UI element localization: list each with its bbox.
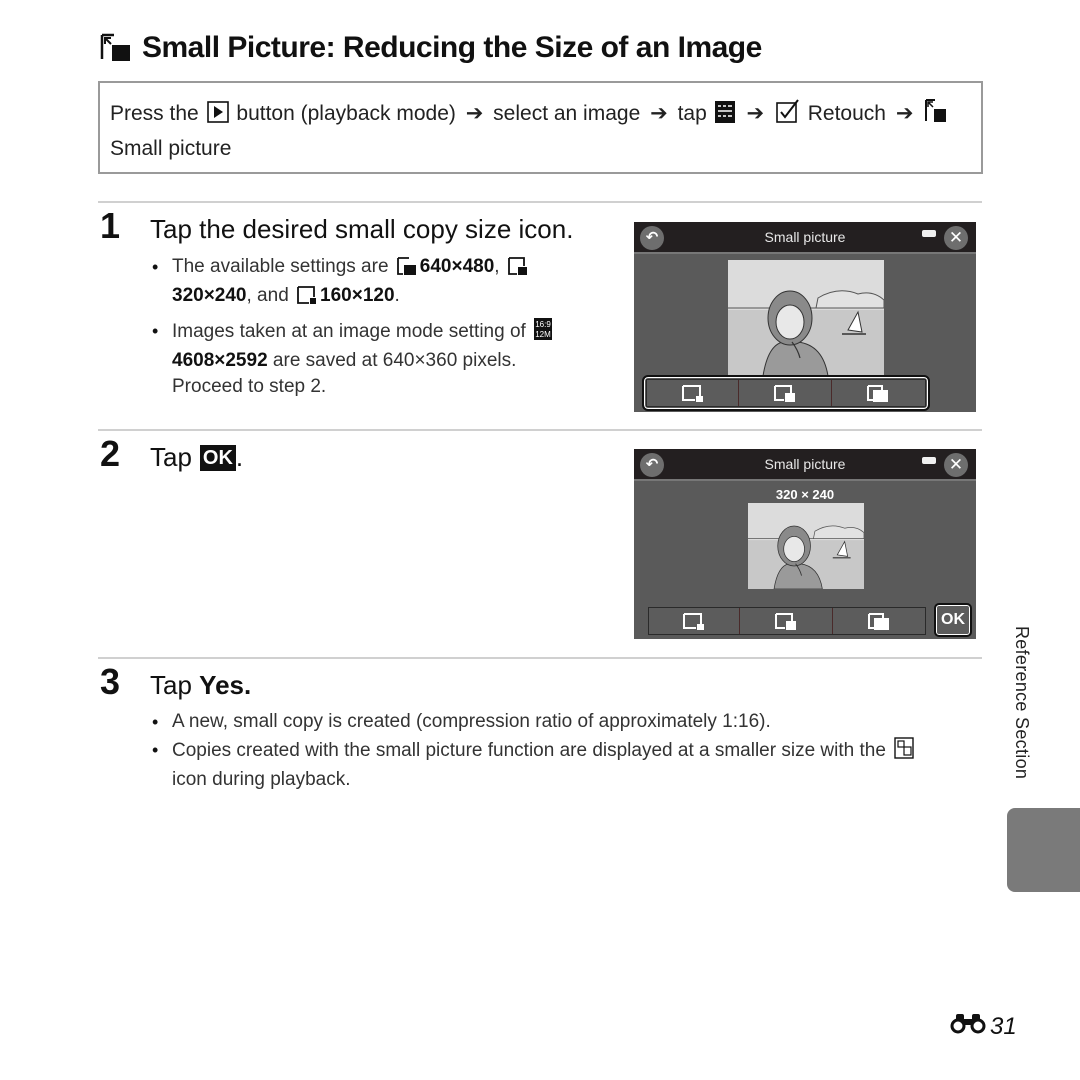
page-title: Small Picture: Reducing the Size of an I… [100,28,762,68]
path-text: button (playback mode) [236,102,456,125]
path-text: Press the [110,102,199,125]
arrow-icon: ➔ [895,102,914,125]
step-number: 1 [100,205,121,246]
bullet-text: icon during playback. [172,769,351,790]
step-title: Tap the desired small copy size icon. [150,214,574,244]
small-picture-icon [100,33,132,63]
path-text: select an image [493,102,641,125]
size-160x120-button[interactable] [649,608,741,634]
bullet-item: The available settings are 640×480, 320×… [150,254,580,312]
svg-text:16:9: 16:9 [535,320,551,329]
step-title-text: Tap [150,670,192,700]
step-title-text: Tap [150,442,192,472]
bullet-text: Copies created with the small picture fu… [172,740,886,761]
step-number: 2 [100,433,121,474]
battery-icon [922,230,936,237]
close-button[interactable]: ✕ [944,226,968,250]
screen-header: ↶ Small picture ✕ [634,449,976,481]
bullet-text: Images taken at an image mode setting of [172,321,526,342]
playback-button-icon [206,101,229,133]
size-320-icon [507,257,528,283]
divider [98,201,982,203]
yes-option-text: Yes. [199,670,252,700]
divider [98,657,982,659]
size-option-text: 640×480 [419,256,495,277]
binoculars-icon [950,1012,986,1041]
page-number: 31 [950,1012,1017,1041]
size-160x120-button[interactable] [647,380,740,406]
path-text: Small picture [110,137,232,160]
size-option-text: 320×240 [172,285,247,306]
section-label: Reference Section [1012,626,1032,780]
svg-text:12M: 12M [535,330,551,339]
small-picture-playback-icon [894,737,914,767]
retouch-icon [776,99,800,133]
step-number: 3 [100,661,121,702]
ok-button[interactable]: OK [934,603,972,637]
menu-icon [714,101,735,133]
ok-icon: OK [199,444,236,471]
arrow-icon: ➔ [650,102,668,125]
step-title: Tap Yes. [150,670,251,701]
section-tab [1007,808,1080,892]
size-640x480-button[interactable] [832,380,925,406]
size-640-icon [396,257,417,283]
arrow-icon: ➔ [746,102,765,125]
size-button-row [646,379,926,407]
step-3-bullets: A new, small copy is created (compressio… [150,709,980,799]
arrow-icon: ➔ [465,102,484,125]
bullet-item: A new, small copy is created (compressio… [150,709,980,735]
size-640x480-button[interactable] [833,608,925,634]
divider [98,429,982,431]
path-text: Retouch [807,102,886,125]
close-button[interactable]: ✕ [944,453,968,477]
preview-image [748,503,864,589]
small-picture-icon [925,99,947,133]
bullet-text: A new, small copy is created (compressio… [172,711,771,732]
image-mode-text: 4608×2592 [172,350,268,371]
size-320x240-button[interactable] [739,380,832,406]
page-number-text: 31 [990,1012,1017,1040]
bullet-item: Copies created with the small picture fu… [150,737,980,793]
screen-header: ↶ Small picture ✕ [634,222,976,254]
battery-icon [922,457,936,464]
size-option-text: 160×120 [320,285,395,306]
camera-screen-confirm-size: ↶ Small picture ✕ 320 × 240 OK [634,449,976,639]
menu-path-box: Press the button (playback mode) ➔ selec… [98,81,983,174]
step-title: Tap OK . [150,442,243,473]
size-button-row [648,607,926,635]
bullet-text: The available settings are [172,256,389,277]
camera-screen-select-size: ↶ Small picture ✕ [634,222,976,412]
step-1-bullets: The available settings are 640×480, 320×… [150,254,580,406]
size-160-icon [297,286,317,312]
bullet-text: , and [246,285,289,306]
portrait-photo [748,503,864,589]
bullet-item: Images taken at an image mode setting of… [150,318,580,400]
selected-size-label: 320 × 240 [775,487,835,502]
page-title-text: Small Picture: Reducing the Size of an I… [142,31,762,64]
image-mode-16-9-12m-icon: 16:9 12M [534,318,553,348]
size-320x240-button[interactable] [740,608,833,634]
portrait-photo [728,260,884,376]
preview-image [728,260,884,376]
path-text: tap [677,102,707,125]
step-title-text: . [235,442,244,472]
